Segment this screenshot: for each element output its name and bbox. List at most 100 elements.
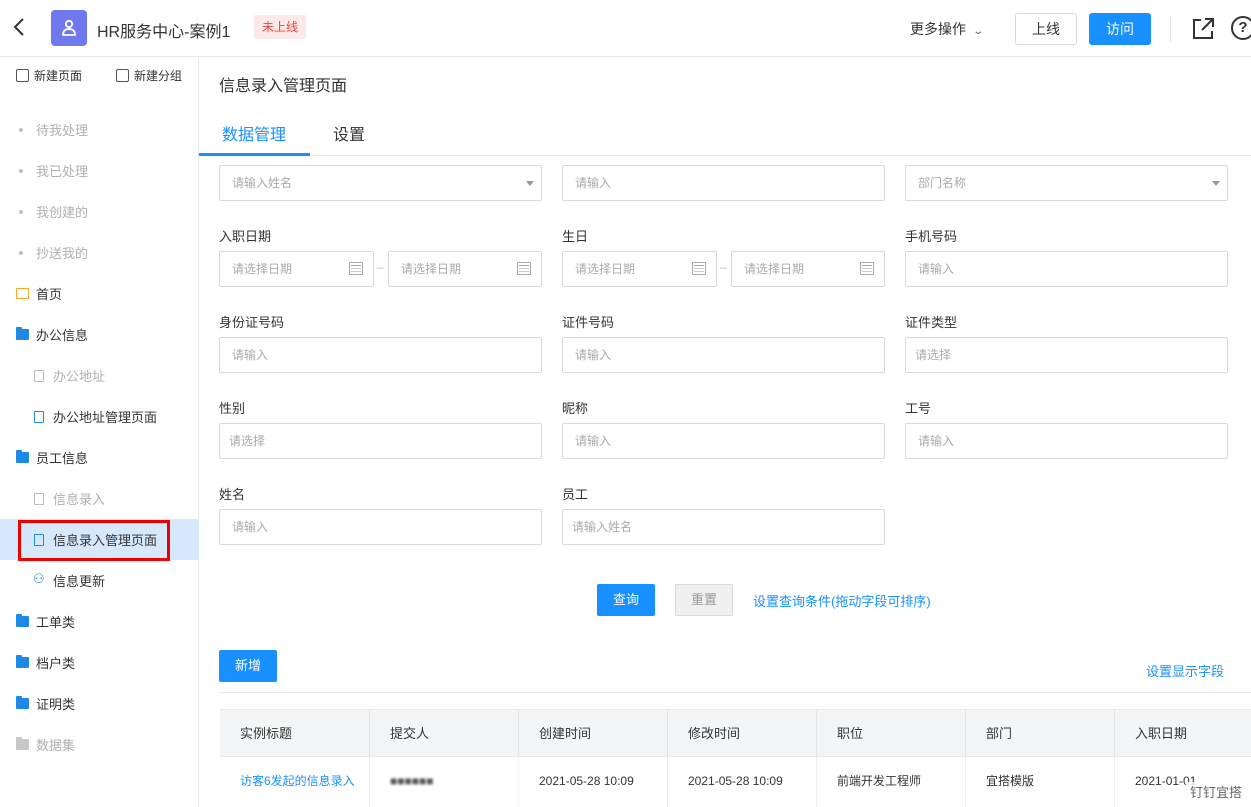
tab-settings[interactable]: 设置 <box>333 121 365 145</box>
instance-title-link[interactable]: 访客6发起的信息录入 <box>220 757 370 807</box>
status-badge: 未上线 <box>254 15 307 39</box>
birthday-end-picker[interactable]: 请选择日期 <box>731 251 885 287</box>
sidebar-group-employee[interactable]: 员工信息 <box>0 437 199 478</box>
column-header[interactable]: 创建时间 <box>519 710 668 757</box>
sidebar-item-info-update[interactable]: 信息更新 <box>0 560 199 601</box>
department-select-placeholder: 部门名称 <box>918 176 967 190</box>
name-label: 姓名 <box>219 487 246 502</box>
page-title: 信息录入管理页面 <box>219 78 348 95</box>
sidebar-group-archive[interactable]: 档户类 <box>0 642 199 683</box>
sidebar-item-office-address[interactable]: 办公地址 <box>0 355 199 396</box>
employee-no-input[interactable]: 请输入 <box>905 423 1228 459</box>
chevron-down-icon: ⌄ <box>972 26 985 37</box>
column-header[interactable]: 修改时间 <box>668 710 817 757</box>
calendar-icon <box>349 262 363 275</box>
name-select-placeholder: 请输入姓名 <box>232 176 293 190</box>
sidebar-group-workorder[interactable]: 工单类 <box>0 601 199 642</box>
top-bar: HR服务中心-案例1 未上线 更多操作 ⌄ 上线 访问 ? <box>0 0 1251 57</box>
birthday-start-placeholder: 请选择日期 <box>575 262 636 276</box>
phone-input[interactable]: 请输入 <box>905 251 1228 287</box>
gender-placeholder: 请选择 <box>229 434 266 448</box>
add-new-button[interactable]: 新增 <box>219 650 277 682</box>
birthday-start-picker[interactable]: 请选择日期 <box>562 251 717 287</box>
birthday-label: 生日 <box>562 229 589 244</box>
cert-no-input[interactable]: 请输入 <box>562 337 885 373</box>
text-input-placeholder: 请输入 <box>575 176 612 190</box>
cert-type-placeholder: 请选择 <box>915 348 952 362</box>
sidebar-item-label: 信息更新 <box>53 574 106 589</box>
sidebar-item-label: 工单类 <box>36 615 76 630</box>
new-page-button[interactable]: 新建页面 <box>16 67 82 84</box>
employee-placeholder: 请输入姓名 <box>572 520 633 534</box>
department-cell: 宜搭模版 <box>966 757 1115 807</box>
external-link-icon[interactable] <box>1190 16 1216 45</box>
online-button[interactable]: 上线 <box>1015 13 1077 45</box>
sidebar-item-label: 我创建的 <box>36 205 89 220</box>
tab-data-management[interactable]: 数据管理 <box>222 121 286 145</box>
active-tab-indicator <box>199 153 310 156</box>
cert-type-select[interactable]: 请选择 <box>905 337 1228 373</box>
bullet-icon <box>19 127 23 132</box>
bullet-icon <box>19 168 23 173</box>
table-row[interactable]: 访客6发起的信息录入 ■■■■■■ 2021-05-28 10:09 2021-… <box>220 757 1251 807</box>
sidebar-item-cc[interactable]: 抄送我的 <box>0 232 199 273</box>
hire-date-end-placeholder: 请选择日期 <box>401 262 462 276</box>
sidebar-item-pending[interactable]: 待我处理 <box>0 109 199 150</box>
column-header[interactable]: 入职日期 <box>1115 710 1251 757</box>
query-button[interactable]: 查询 <box>597 584 655 616</box>
name-input[interactable]: 请输入 <box>219 509 542 545</box>
more-operations-menu[interactable]: 更多操作 ⌄ <box>910 19 985 39</box>
new-group-icon <box>116 69 129 82</box>
column-header[interactable]: 实例标题 <box>220 710 370 757</box>
sidebar-item-label: 抄送我的 <box>36 246 89 261</box>
table-header: 实例标题 提交人 创建时间 修改时间 职位 部门 入职日期 <box>220 709 1251 757</box>
more-operations-label: 更多操作 <box>910 21 966 37</box>
new-group-button[interactable]: 新建分组 <box>116 67 182 84</box>
sidebar-group-office[interactable]: 办公信息 <box>0 314 199 355</box>
set-query-conditions-link[interactable]: 设置查询条件(拖动字段可排序) <box>753 591 931 610</box>
folder-open-icon <box>16 327 29 340</box>
birthday-end-placeholder: 请选择日期 <box>744 262 805 276</box>
name-placeholder: 请输入 <box>232 520 269 534</box>
reset-button[interactable]: 重置 <box>675 584 733 616</box>
sidebar-item-created[interactable]: 我创建的 <box>0 191 199 232</box>
sidebar-group-dataset[interactable]: 数据集 <box>0 724 199 765</box>
employee-picker[interactable]: 请输入姓名 <box>562 509 885 545</box>
back-arrow-icon[interactable] <box>12 16 32 40</box>
visit-button[interactable]: 访问 <box>1089 13 1151 45</box>
sidebar-item-home[interactable]: 首页 <box>0 273 199 314</box>
help-icon[interactable]: ? <box>1231 16 1251 40</box>
sidebar-item-info-entry[interactable]: 信息录入 <box>0 478 199 519</box>
range-separator: – <box>720 260 727 274</box>
app-logo-icon <box>51 10 87 46</box>
sidebar-item-office-address-manage[interactable]: 办公地址管理页面 <box>0 396 199 437</box>
gender-select[interactable]: 请选择 <box>219 423 542 459</box>
calendar-icon <box>517 262 531 275</box>
sidebar-item-processed[interactable]: 我已处理 <box>0 150 199 191</box>
sidebar-actions: 新建页面 新建分组 <box>0 67 199 87</box>
sidebar-group-certificate[interactable]: 证明类 <box>0 683 199 724</box>
hire-date-start-picker[interactable]: 请选择日期 <box>219 251 374 287</box>
id-card-input[interactable]: 请输入 <box>219 337 542 373</box>
sidebar-item-label: 数据集 <box>36 738 76 753</box>
id-card-placeholder: 请输入 <box>232 348 269 362</box>
employee-no-placeholder: 请输入 <box>918 434 955 448</box>
folder-icon <box>16 737 29 750</box>
id-card-label: 身份证号码 <box>219 315 285 330</box>
nickname-input[interactable]: 请输入 <box>562 423 885 459</box>
cert-no-placeholder: 请输入 <box>575 348 612 362</box>
phone-label: 手机号码 <box>905 229 958 244</box>
hire-date-end-picker[interactable]: 请选择日期 <box>388 251 542 287</box>
column-header[interactable]: 提交人 <box>370 710 519 757</box>
column-header[interactable]: 部门 <box>966 710 1115 757</box>
new-page-icon <box>16 69 29 82</box>
name-select[interactable]: 请输入姓名 <box>219 165 542 201</box>
department-select[interactable]: 部门名称 <box>905 165 1228 201</box>
set-display-fields-link[interactable]: 设置显示字段 <box>1146 661 1224 680</box>
column-header[interactable]: 职位 <box>817 710 966 757</box>
folder-icon <box>16 696 29 709</box>
org-chart-icon <box>33 571 45 587</box>
text-input[interactable]: 请输入 <box>562 165 885 201</box>
sidebar-item-label: 信息录入 <box>53 492 106 507</box>
modified-time-cell: 2021-05-28 10:09 <box>668 757 817 807</box>
